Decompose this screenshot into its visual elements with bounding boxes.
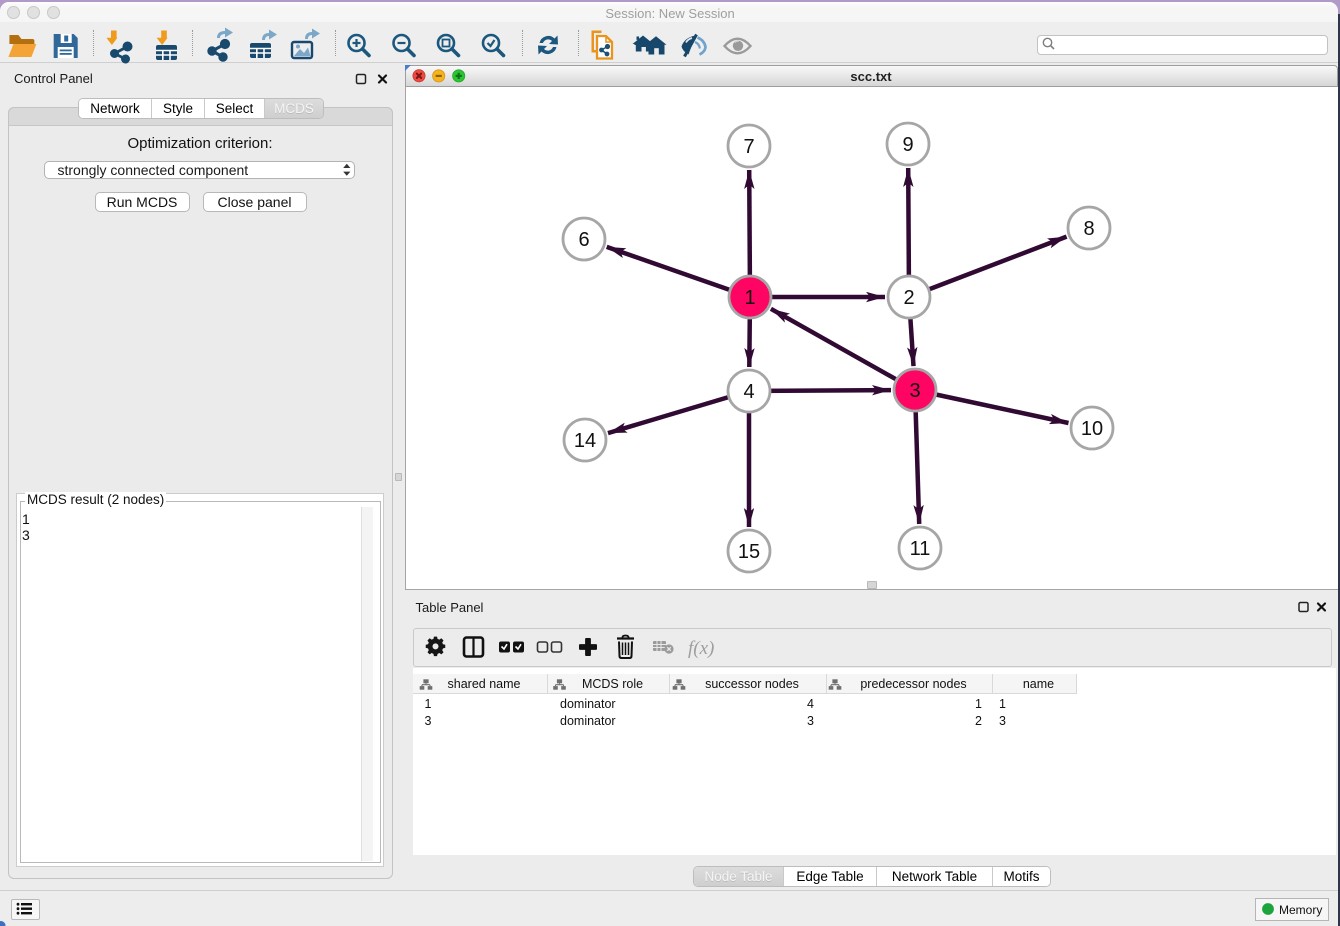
- svg-text:1: 1: [744, 287, 755, 309]
- svg-text:f(x): f(x): [688, 638, 714, 659]
- svg-text:11: 11: [910, 538, 931, 560]
- svg-text:14: 14: [574, 430, 596, 452]
- svg-text:9: 9: [902, 134, 913, 156]
- svg-text:6: 6: [578, 229, 589, 251]
- svg-text:7: 7: [743, 136, 754, 158]
- svg-text:3: 3: [909, 380, 920, 402]
- svg-text:15: 15: [738, 541, 760, 563]
- svg-text:2: 2: [903, 287, 914, 309]
- svg-text:10: 10: [1081, 418, 1103, 440]
- svg-text:4: 4: [743, 381, 754, 403]
- svg-text:8: 8: [1083, 218, 1094, 240]
